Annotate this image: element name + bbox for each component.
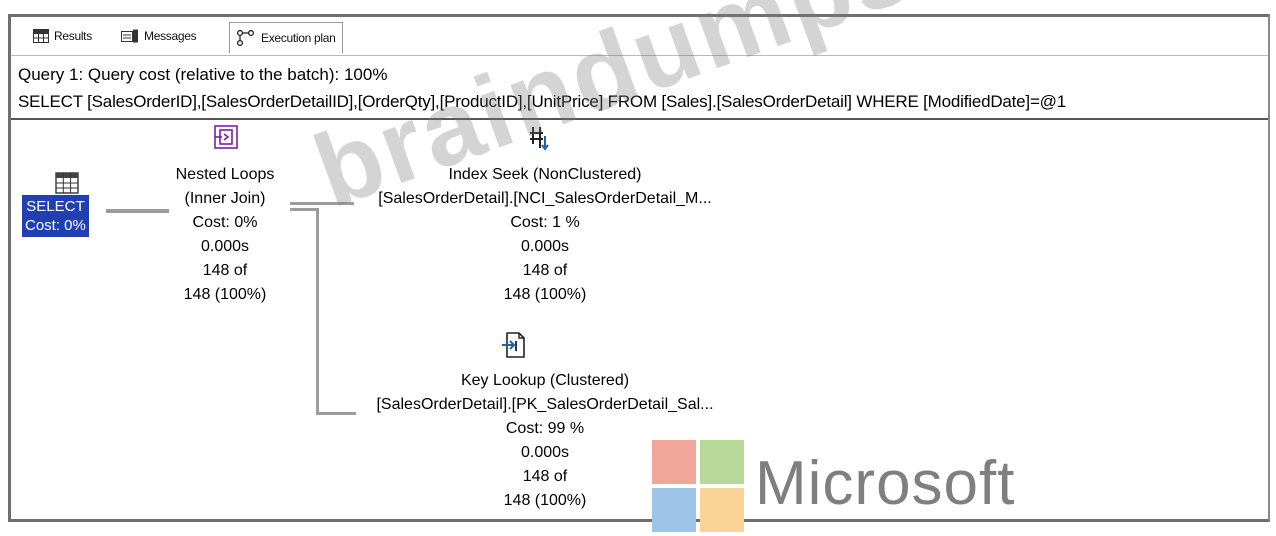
- grid-icon: [33, 29, 49, 43]
- select-node-label[interactable]: SELECT Cost: 0%: [22, 195, 89, 237]
- tab-messages-label: Messages: [144, 29, 197, 43]
- nested-loops-join-type: (Inner Join): [184, 190, 266, 207]
- tab-execution-plan[interactable]: Execution plan: [229, 22, 343, 53]
- nested-loops-rows: 148 of: [202, 262, 248, 279]
- nested-loops-time: 0.000s: [200, 238, 250, 255]
- logo-square-yellow: [700, 488, 744, 532]
- logo-square-red: [652, 440, 696, 484]
- index-seek-total: 148 (100%): [503, 286, 587, 303]
- logo-square-green: [700, 440, 744, 484]
- nested-loops-total: 148 (100%): [183, 286, 267, 303]
- query-header: Query 1: Query cost (relative to the bat…: [11, 56, 1268, 120]
- query-cost-text: Query 1: Query cost (relative to the bat…: [18, 65, 388, 84]
- select-node-cost: Cost: 0%: [25, 217, 86, 234]
- execution-plan-icon: [236, 30, 256, 46]
- query-sql-text: SELECT [SalesOrderID],[SalesOrderDetailI…: [18, 92, 1066, 111]
- tab-results[interactable]: Results: [33, 23, 92, 49]
- index-seek-cost: Cost: 1 %: [510, 214, 580, 231]
- index-seek-name: Index Seek (NonClustered): [448, 166, 642, 183]
- nested-loops-name: Nested Loops: [175, 166, 275, 183]
- tab-results-label: Results: [54, 29, 92, 43]
- index-seek-icon[interactable]: [527, 124, 553, 157]
- key-lookup-icon[interactable]: [501, 331, 527, 364]
- index-seek-time: 0.000s: [520, 238, 570, 255]
- tab-messages[interactable]: Messages: [121, 23, 197, 49]
- microsoft-logo-icon: [652, 440, 744, 532]
- key-lookup-object: [SalesOrderDetail].[PK_SalesOrderDetail_…: [376, 396, 714, 413]
- tab-execution-plan-label: Execution plan: [261, 31, 336, 45]
- index-seek-rows: 148 of: [522, 262, 568, 279]
- index-seek-object: [SalesOrderDetail].[NCI_SalesOrderDetail…: [378, 190, 712, 207]
- index-seek-node[interactable]: Index Seek (NonClustered) [SalesOrderDet…: [355, 163, 735, 307]
- nested-loops-cost: Cost: 0%: [192, 214, 258, 231]
- logo-square-blue: [652, 488, 696, 532]
- connector-nested-lookup-bottom: [316, 412, 356, 415]
- results-tab-bar: Results Messages Execution plan: [11, 17, 1268, 56]
- nested-loops-node[interactable]: Nested Loops (Inner Join) Cost: 0% 0.000…: [150, 163, 300, 307]
- select-node-name: SELECT: [26, 198, 85, 215]
- connector-nested-lookup-vertical: [316, 208, 319, 414]
- microsoft-logo-text: Microsoft: [755, 449, 1016, 518]
- key-lookup-cost: Cost: 99 %: [505, 420, 585, 437]
- messages-icon: [121, 29, 139, 43]
- key-lookup-name: Key Lookup (Clustered): [460, 372, 630, 389]
- nested-loops-icon[interactable]: [213, 124, 239, 155]
